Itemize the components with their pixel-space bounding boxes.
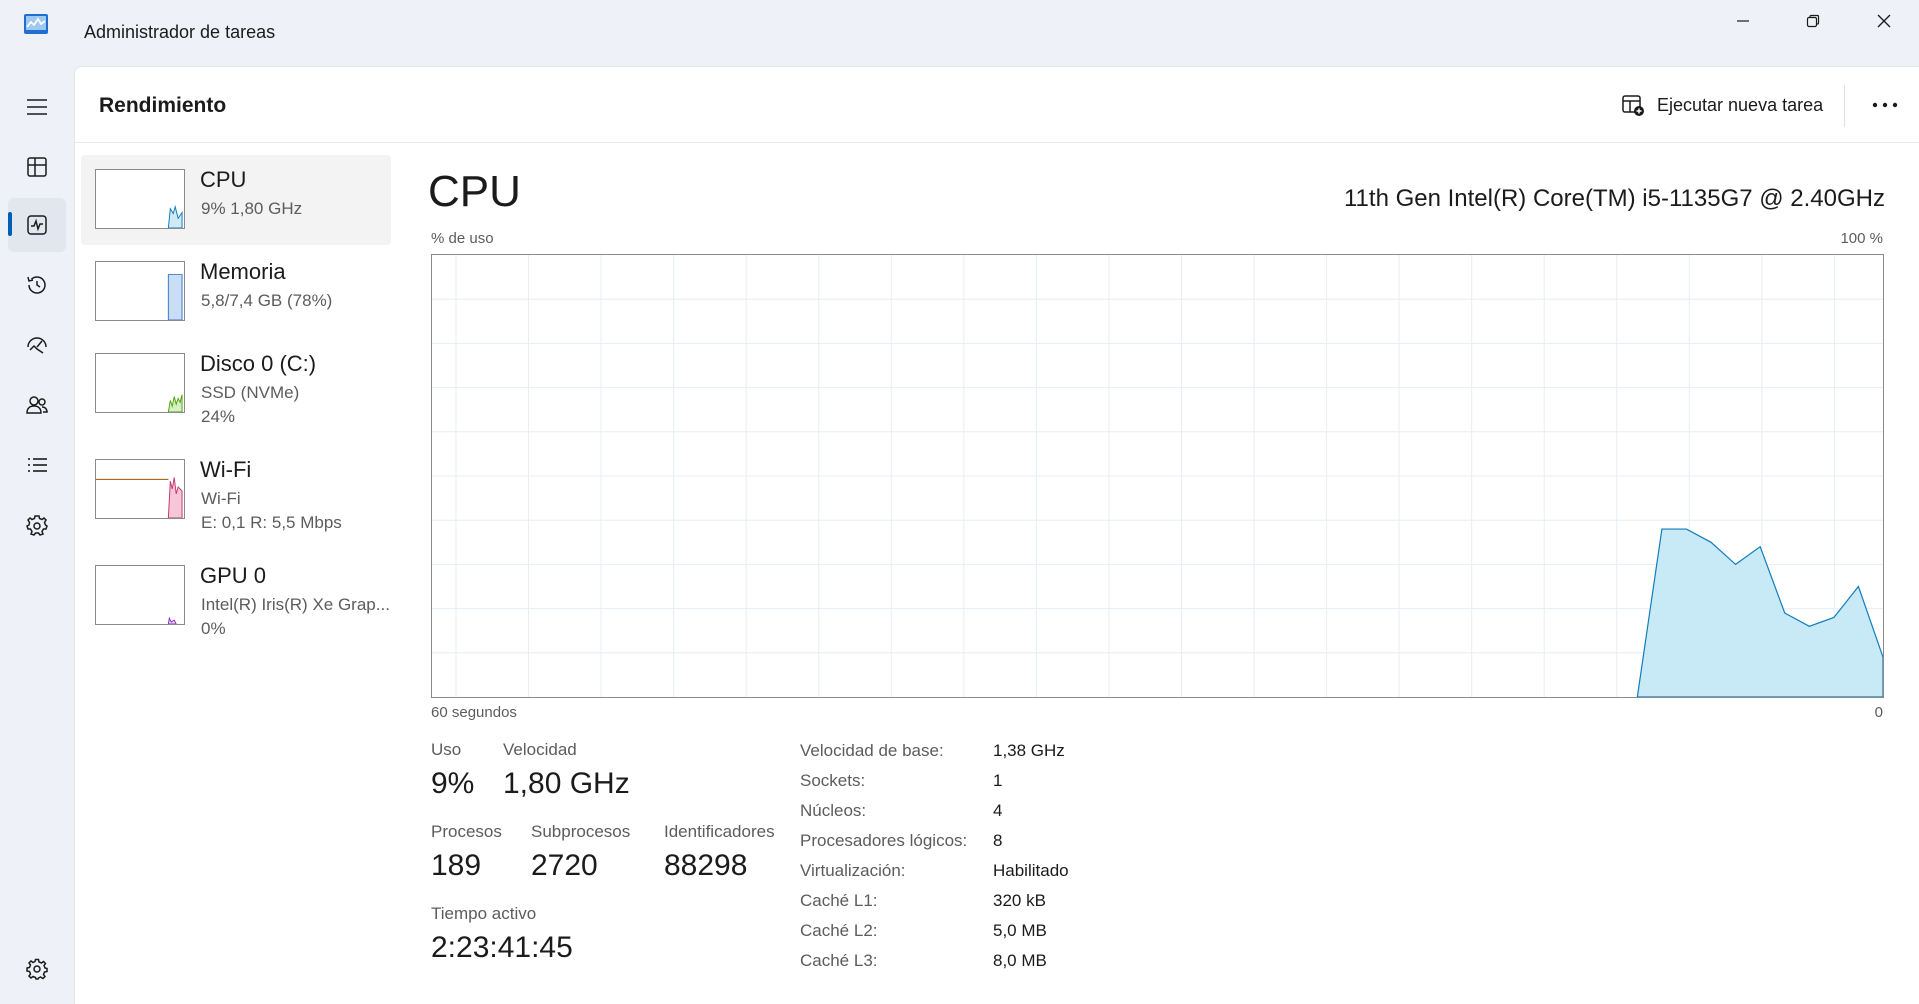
device-subtitle: 9% 1,80 GHz	[201, 199, 303, 218]
device-subtitle-2: 0%	[201, 619, 226, 638]
more-options-icon	[1872, 102, 1898, 108]
nav-app-history[interactable]	[8, 258, 66, 312]
spec-value: 1	[993, 771, 1003, 790]
minimize-button[interactable]	[1708, 0, 1778, 42]
x-axis-min: 0	[1874, 704, 1883, 721]
cpu-usage-graph	[431, 254, 1884, 698]
device-name: Memoria	[200, 259, 286, 284]
disk-thumbnail-graph	[95, 353, 185, 413]
cpu-thumbnail-graph	[95, 169, 185, 229]
memory-thumbnail-graph	[95, 261, 185, 321]
spec-key: Procesadores lógicos:	[800, 831, 968, 850]
spec-value: 1,38 GHz	[993, 741, 1065, 760]
nav-startup-apps[interactable]	[8, 318, 66, 372]
spec-value: 5,0 MB	[993, 921, 1047, 940]
device-memory[interactable]: Memoria 5,8/7,4 GB (78%)	[81, 247, 391, 337]
spec-key: Caché L1:	[800, 891, 878, 910]
processes-label: Procesos	[431, 822, 502, 841]
spec-key: Virtualización:	[800, 861, 906, 880]
device-gpu[interactable]: GPU 0 Intel(R) Iris(R) Xe Grap... 0%	[81, 551, 391, 641]
usage-value: 9%	[431, 767, 475, 800]
threads-label: Subprocesos	[531, 822, 631, 841]
header-divider	[1844, 85, 1845, 127]
device-wifi[interactable]: Wi-Fi Wi-Fi E: 0,1 R: 5,5 Mbps	[81, 445, 391, 535]
cpu-usage-area	[1636, 528, 1883, 697]
device-subtitle-2: E: 0,1 R: 5,5 Mbps	[201, 513, 342, 532]
spec-value: 4	[993, 801, 1003, 820]
title-bar: Administrador de tareas	[0, 0, 1919, 64]
speed-value: 1,80 GHz	[503, 767, 630, 800]
threads-value: 2720	[531, 849, 598, 882]
window-title: Administrador de tareas	[84, 22, 276, 42]
spec-value: 8	[993, 831, 1003, 850]
uptime-label: Tiempo activo	[431, 904, 537, 923]
active-nav-indicator	[8, 212, 12, 236]
restore-button[interactable]	[1778, 0, 1848, 42]
more-options-button[interactable]	[1860, 87, 1910, 123]
device-disk[interactable]: Disco 0 (C:) SSD (NVMe) 24%	[81, 339, 391, 429]
gpu-thumbnail-graph	[95, 565, 185, 625]
device-name: GPU 0	[200, 563, 267, 588]
device-subtitle: 5,8/7,4 GB (78%)	[201, 291, 333, 310]
users-icon	[26, 396, 48, 414]
services-icon	[26, 515, 48, 536]
nav-services[interactable]	[8, 498, 66, 552]
wifi-thumbnail-graph	[95, 459, 185, 519]
close-button[interactable]	[1849, 0, 1919, 42]
nav-hamburger-button[interactable]	[8, 80, 66, 134]
performance-icon	[27, 215, 47, 235]
nav-processes[interactable]	[8, 140, 66, 194]
uptime-value: 2:23:41:45	[431, 931, 573, 964]
task-manager-app-icon	[24, 14, 48, 34]
main-panel: Rendimiento Ejecutar nueva tarea CPU 9% …	[74, 66, 1919, 1004]
nav-users[interactable]	[8, 378, 66, 432]
spec-value: 8,0 MB	[993, 951, 1047, 970]
device-cpu[interactable]: CPU 9% 1,80 GHz	[81, 155, 391, 245]
spec-key: Sockets:	[800, 771, 866, 790]
spec-key: Caché L3:	[800, 951, 878, 970]
device-name: Wi-Fi	[200, 457, 252, 482]
details-icon	[28, 458, 47, 472]
device-subtitle: SSD (NVMe)	[201, 383, 300, 402]
run-new-task-label: Ejecutar nueva tarea	[1657, 94, 1824, 115]
x-axis-label: 60 segundos	[431, 704, 517, 721]
device-name: CPU	[200, 167, 247, 192]
device-subtitle-2: 24%	[201, 407, 236, 426]
restore-icon	[1806, 14, 1820, 28]
handles-label: Identificadores	[664, 822, 775, 841]
cpu-model: 11th Gen Intel(R) Core(TM) i5-1135G7 @ 2…	[1343, 185, 1885, 212]
device-subtitle: Wi-Fi	[201, 489, 241, 508]
settings-icon	[26, 958, 48, 980]
spec-key: Núcleos:	[800, 801, 867, 820]
app-history-icon	[27, 276, 46, 294]
y-axis-label: % de uso	[431, 230, 494, 247]
run-new-task-button[interactable]: Ejecutar nueva tarea	[1613, 87, 1831, 123]
spec-value: Habilitado	[993, 861, 1069, 880]
spec-key: Velocidad de base:	[800, 741, 944, 760]
hamburger-menu-icon	[27, 99, 47, 115]
nav-details[interactable]	[8, 438, 66, 492]
device-name: Disco 0 (C:)	[200, 351, 317, 376]
close-icon	[1877, 14, 1891, 28]
startup-apps-icon	[27, 337, 47, 354]
y-axis-max: 100 %	[1840, 230, 1883, 247]
nav-settings[interactable]	[8, 942, 66, 996]
speed-label: Velocidad	[503, 740, 577, 759]
run-new-task-icon	[1622, 95, 1644, 116]
nav-performance[interactable]	[8, 198, 66, 252]
processes-icon	[27, 157, 47, 177]
handles-value: 88298	[664, 849, 748, 882]
navigation-rail	[0, 64, 74, 1004]
minimize-icon	[1737, 20, 1749, 22]
page-header: Rendimiento Ejecutar nueva tarea	[75, 67, 1919, 143]
device-subtitle: Intel(R) Iris(R) Xe Grap...	[201, 595, 390, 614]
spec-key: Caché L2:	[800, 921, 878, 940]
detail-title: CPU	[428, 167, 521, 216]
usage-label: Uso	[431, 740, 462, 759]
page-title: Rendimiento	[99, 94, 227, 117]
processes-value: 189	[431, 849, 482, 882]
spec-value: 320 kB	[993, 891, 1046, 910]
